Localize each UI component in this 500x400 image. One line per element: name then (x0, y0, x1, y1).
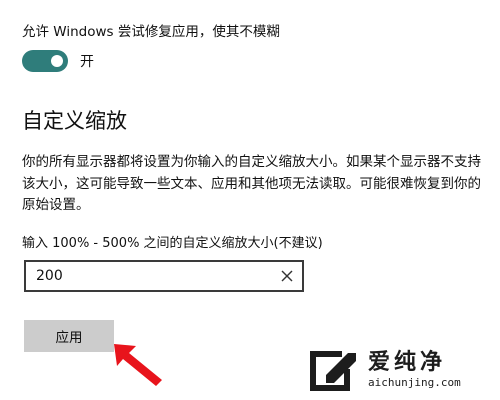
apply-button[interactable]: 应用 (24, 320, 114, 352)
custom-scaling-title: 自定义缩放 (22, 109, 127, 133)
watermark-text: 爱纯净 aichunjing.com (368, 350, 461, 389)
watermark-en: aichunjing.com (368, 376, 461, 389)
scale-range-label: 输入 100% - 500% 之间的自定义缩放大小(不建议) (22, 236, 323, 251)
toggle-knob (51, 55, 63, 67)
watermark: 爱纯净 aichunjing.com (304, 345, 461, 395)
aichunjing-logo-icon (310, 351, 356, 391)
custom-scaling-description: 你的所有显示器都将设置为你输入的自定义缩放大小。如果某个显示器不支持该大小，这可… (22, 154, 481, 213)
red-arrow-icon (114, 344, 162, 386)
fix-apps-toggle-row: 开 (22, 50, 94, 72)
fix-apps-toggle[interactable] (22, 50, 68, 72)
fix-apps-label: 允许 Windows 尝试修复应用，使其不模糊 (22, 24, 280, 40)
scale-input-box (24, 260, 304, 292)
scale-input[interactable] (26, 262, 266, 290)
close-icon (281, 270, 293, 282)
clear-input-button[interactable] (276, 265, 298, 287)
toggle-state-label: 开 (80, 54, 94, 70)
watermark-cn: 爱纯净 (368, 350, 447, 375)
